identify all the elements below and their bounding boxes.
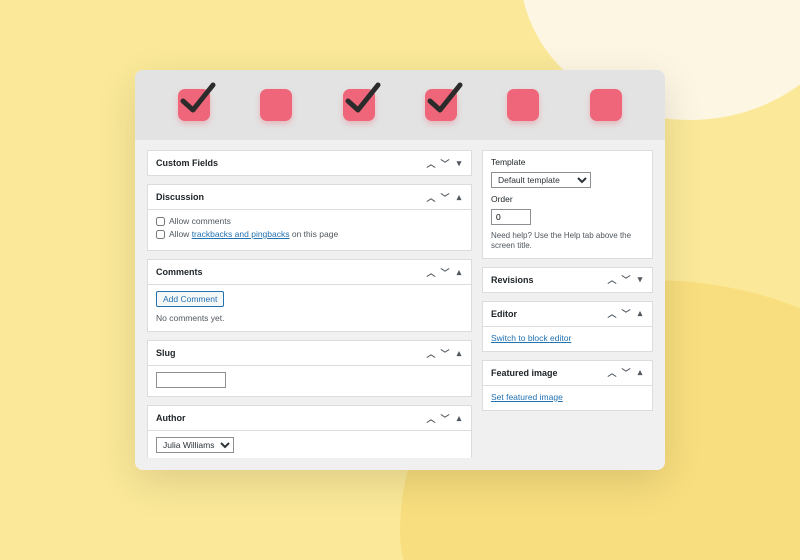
toggle-icon[interactable]: ▴ [453, 266, 465, 278]
option-tile[interactable] [590, 89, 622, 121]
option-tile[interactable] [425, 89, 457, 121]
author-select[interactable]: Julia Williams [156, 437, 234, 453]
panel-title: Editor [491, 309, 517, 319]
option-tile[interactable] [260, 89, 292, 121]
move-down-icon[interactable]: ﹀ [439, 412, 451, 424]
set-featured-image-link[interactable]: Set featured image [491, 392, 563, 402]
help-text: Need help? Use the Help tab above the sc… [491, 231, 644, 252]
move-up-icon[interactable]: ︿ [425, 191, 437, 203]
template-label: Template [491, 157, 644, 167]
template-select[interactable]: Default template [491, 172, 591, 188]
move-down-icon[interactable]: ﹀ [439, 347, 451, 359]
discussion-panel: Discussion ︿ ﹀ ▴ Allow comments [147, 184, 472, 251]
switch-editor-link[interactable]: Switch to block editor [491, 333, 571, 343]
allow-comments-checkbox[interactable] [156, 217, 165, 226]
order-label: Order [491, 194, 644, 204]
toggle-icon[interactable]: ▴ [453, 191, 465, 203]
featured-image-panel: Featured image ︿ ﹀ ▴ Set featured image [482, 360, 653, 411]
option-tile[interactable] [178, 89, 210, 121]
slug-panel: Slug ︿ ﹀ ▴ [147, 340, 472, 397]
slug-input[interactable] [156, 372, 226, 388]
move-down-icon[interactable]: ﹀ [439, 157, 451, 169]
move-down-icon[interactable]: ﹀ [620, 308, 632, 320]
panel-title: Featured image [491, 368, 558, 378]
page-attributes-panel: Template Default template Order Need hel… [482, 150, 653, 259]
move-down-icon[interactable]: ﹀ [620, 367, 632, 379]
allow-pings-label: Allow trackbacks and pingbacks on this p… [169, 229, 338, 239]
comments-panel: Comments ︿ ﹀ ▴ Add Comment No comments y… [147, 259, 472, 332]
toggle-icon[interactable]: ▾ [453, 157, 465, 169]
move-up-icon[interactable]: ︿ [606, 274, 618, 286]
move-up-icon[interactable]: ︿ [425, 412, 437, 424]
panel-title: Comments [156, 267, 203, 277]
option-tile[interactable] [343, 89, 375, 121]
option-tile[interactable] [507, 89, 539, 121]
checkmark-icon [422, 77, 464, 119]
custom-fields-panel: Custom Fields ︿ ﹀ ▾ [147, 150, 472, 176]
checkmark-icon [175, 77, 217, 119]
checkmark-icon [340, 77, 382, 119]
panel-title: Author [156, 413, 186, 423]
allow-pings-row[interactable]: Allow trackbacks and pingbacks on this p… [156, 229, 463, 239]
no-comments-text: No comments yet. [156, 313, 463, 323]
screen-options-header [135, 70, 665, 140]
allow-comments-label: Allow comments [169, 216, 231, 226]
add-comment-button[interactable]: Add Comment [156, 291, 224, 307]
panel-title: Revisions [491, 275, 534, 285]
move-up-icon[interactable]: ︿ [425, 157, 437, 169]
allow-comments-row[interactable]: Allow comments [156, 216, 463, 226]
move-up-icon[interactable]: ︿ [606, 308, 618, 320]
move-up-icon[interactable]: ︿ [425, 266, 437, 278]
toggle-icon[interactable]: ▴ [453, 412, 465, 424]
panel-title: Custom Fields [156, 158, 218, 168]
toggle-icon[interactable]: ▾ [634, 274, 646, 286]
author-panel: Author ︿ ﹀ ▴ Julia Williams [147, 405, 472, 458]
move-down-icon[interactable]: ﹀ [620, 274, 632, 286]
move-up-icon[interactable]: ︿ [606, 367, 618, 379]
allow-pings-checkbox[interactable] [156, 230, 165, 239]
move-up-icon[interactable]: ︿ [425, 347, 437, 359]
revisions-panel: Revisions ︿ ﹀ ▾ [482, 267, 653, 293]
move-down-icon[interactable]: ﹀ [439, 266, 451, 278]
editor-screenshot: Custom Fields ︿ ﹀ ▾ Discussion ︿ ﹀ ▴ [135, 70, 665, 470]
order-input[interactable] [491, 209, 531, 225]
trackbacks-link[interactable]: trackbacks and pingbacks [192, 229, 290, 239]
panel-title: Slug [156, 348, 176, 358]
toggle-icon[interactable]: ▴ [634, 367, 646, 379]
toggle-icon[interactable]: ▴ [634, 308, 646, 320]
move-down-icon[interactable]: ﹀ [439, 191, 451, 203]
editor-panel: Editor ︿ ﹀ ▴ Switch to block editor [482, 301, 653, 352]
toggle-icon[interactable]: ▴ [453, 347, 465, 359]
panel-title: Discussion [156, 192, 204, 202]
